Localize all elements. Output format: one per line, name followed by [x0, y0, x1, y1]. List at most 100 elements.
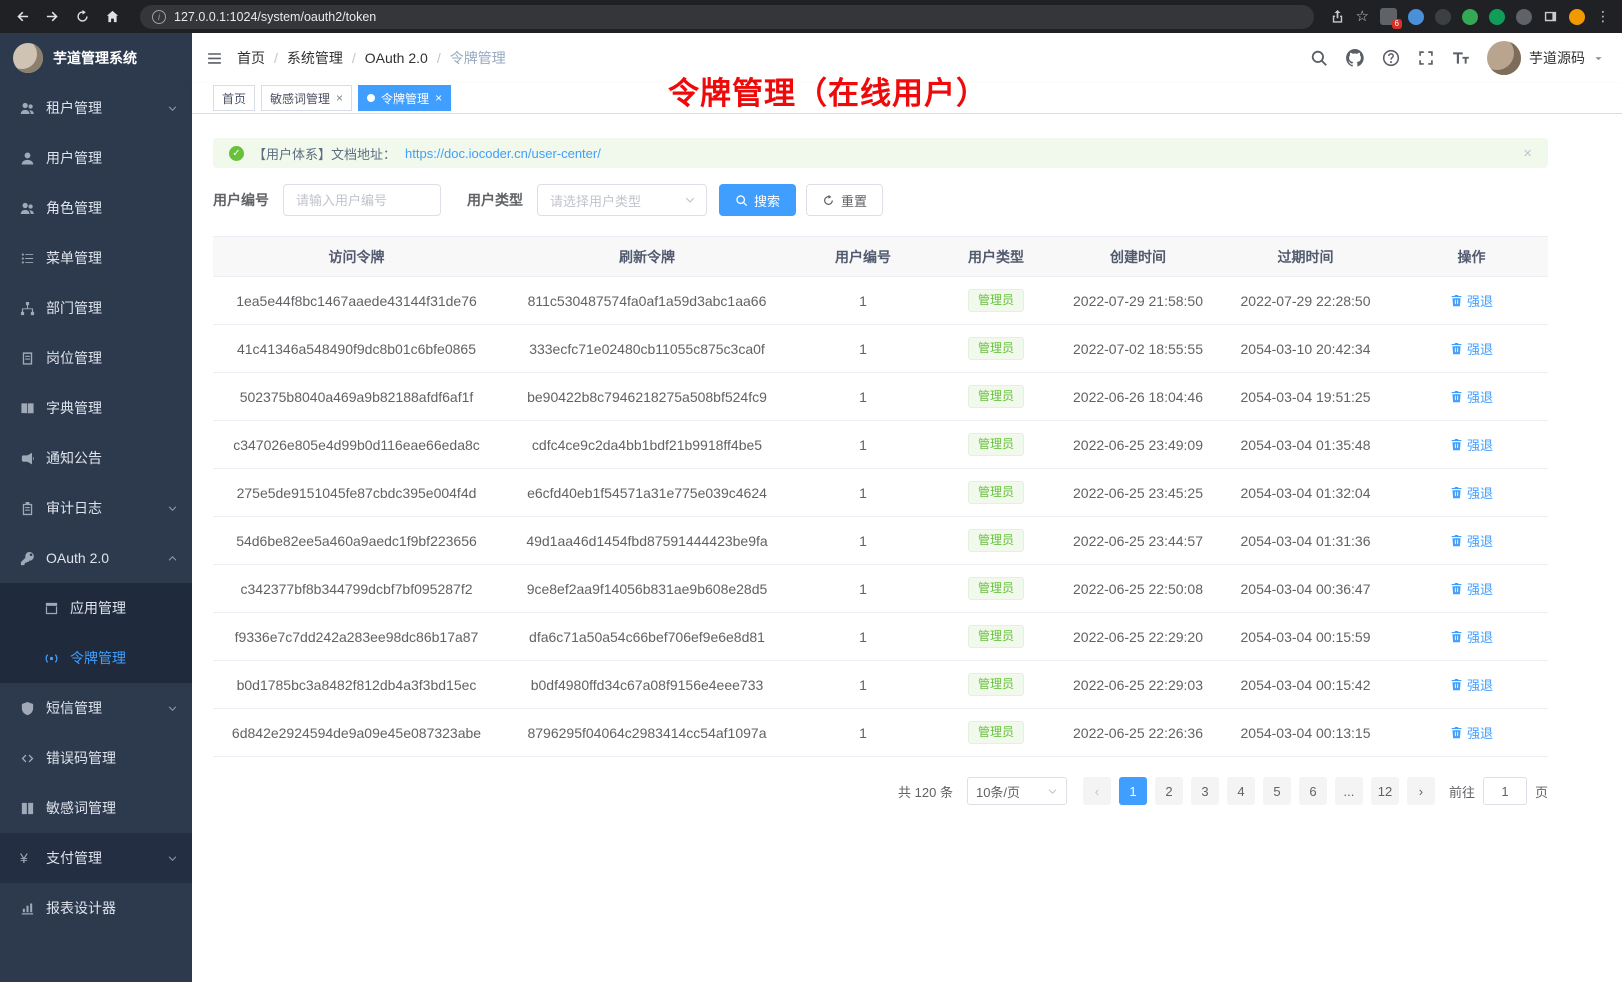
- user-menu[interactable]: 芋道源码: [1487, 41, 1604, 75]
- address-bar[interactable]: i 127.0.0.1:1024/system/oauth2/token: [140, 5, 1314, 29]
- sidebar-item-menu[interactable]: 菜单管理: [0, 233, 192, 283]
- search-icon[interactable]: [1310, 49, 1328, 67]
- app-logo[interactable]: 芋道管理系统: [0, 33, 192, 83]
- sidebar-item-pay[interactable]: ¥ 支付管理: [0, 833, 192, 883]
- sidebar-item-oauth2-app[interactable]: 应用管理: [0, 583, 192, 633]
- force-logout-button[interactable]: 强退: [1450, 531, 1493, 550]
- chevron-up-icon: [167, 553, 178, 564]
- force-logout-button[interactable]: 强退: [1450, 723, 1493, 742]
- user-type-tag: 管理员: [968, 385, 1024, 408]
- force-logout-button[interactable]: 强退: [1450, 387, 1493, 406]
- browser-home-button[interactable]: [100, 5, 124, 29]
- breadcrumb-system[interactable]: 系统管理: [287, 48, 343, 68]
- sidebar-item-report-designer[interactable]: 报表设计器: [0, 883, 192, 933]
- doc-link[interactable]: https://doc.iocoder.cn/user-center/: [405, 146, 601, 161]
- url-text[interactable]: 127.0.0.1:1024/system/oauth2/token: [174, 10, 376, 24]
- extension-icon-gray[interactable]: [1516, 9, 1532, 25]
- sidebar-item-audit-log[interactable]: 审计日志: [0, 483, 192, 533]
- force-logout-button[interactable]: 强退: [1450, 675, 1493, 694]
- search-button[interactable]: 搜索: [719, 184, 796, 216]
- trash-icon: [1450, 438, 1463, 451]
- sidebar-item-sensitive-word[interactable]: 敏感词管理: [0, 783, 192, 833]
- next-page-button[interactable]: ›: [1407, 777, 1435, 805]
- browser-back-button[interactable]: [10, 5, 34, 29]
- sidebar-item-error-code[interactable]: 错误码管理: [0, 733, 192, 783]
- browser-forward-button[interactable]: [40, 5, 64, 29]
- reset-button[interactable]: 重置: [806, 184, 883, 216]
- more-pages-button[interactable]: ...: [1335, 777, 1363, 805]
- bookmark-star-icon[interactable]: ☆: [1356, 9, 1369, 24]
- user-type-cell: 管理员: [932, 325, 1060, 373]
- force-logout-button[interactable]: 强退: [1450, 483, 1493, 502]
- sidebar-item-dict[interactable]: 字典管理: [0, 383, 192, 433]
- sidebar-item-oauth2[interactable]: OAuth 2.0: [0, 533, 192, 583]
- sidebar-item-user[interactable]: 用户管理: [0, 133, 192, 183]
- extension-icon-badged[interactable]: 6: [1380, 8, 1397, 25]
- font-size-icon[interactable]: [1452, 49, 1470, 67]
- extension-icon-green2[interactable]: [1489, 9, 1505, 25]
- sidebar-item-role[interactable]: 角色管理: [0, 183, 192, 233]
- sidebar-item-oauth2-token[interactable]: 令牌管理: [0, 633, 192, 683]
- table-row: 6d842e2924594de9a09e45e087323abe 8796295…: [213, 709, 1548, 757]
- expires-cell: 2054-03-04 00:15:42: [1216, 661, 1395, 709]
- expires-cell: 2054-03-10 20:42:34: [1216, 325, 1395, 373]
- page-button-6[interactable]: 6: [1299, 777, 1327, 805]
- prev-page-button[interactable]: ‹: [1083, 777, 1111, 805]
- sidebar-item-label: 角色管理: [46, 198, 102, 218]
- page-button-3[interactable]: 3: [1191, 777, 1219, 805]
- force-logout-button[interactable]: 强退: [1450, 291, 1493, 310]
- goto-page-input[interactable]: [1483, 777, 1527, 805]
- page-button-1[interactable]: 1: [1119, 777, 1147, 805]
- sidebar-item-post[interactable]: 岗位管理: [0, 333, 192, 383]
- fullscreen-icon[interactable]: [1417, 49, 1435, 67]
- user-type-select[interactable]: 请选择用户类型: [537, 184, 707, 216]
- github-icon[interactable]: [1345, 48, 1365, 68]
- browser-reload-button[interactable]: [70, 5, 94, 29]
- org-tree-icon: [20, 301, 35, 316]
- force-logout-button[interactable]: 强退: [1450, 339, 1493, 358]
- page-size-select[interactable]: 10条/页: [967, 777, 1067, 805]
- table-row: b0d1785bc3a8482f812db4a3f3bd15ec b0df498…: [213, 661, 1548, 709]
- force-logout-button[interactable]: 强退: [1450, 579, 1493, 598]
- site-info-icon[interactable]: i: [152, 10, 166, 24]
- page-button-12[interactable]: 12: [1371, 777, 1399, 805]
- share-icon[interactable]: [1330, 9, 1345, 24]
- chevron-down-icon: [1047, 786, 1058, 797]
- user-type-tag: 管理员: [968, 721, 1024, 744]
- action-cell: 强退: [1395, 277, 1548, 325]
- user-type-cell: 管理员: [932, 277, 1060, 325]
- extension-icon-green[interactable]: [1462, 9, 1478, 25]
- help-icon[interactable]: [1382, 49, 1400, 67]
- breadcrumb-home[interactable]: 首页: [237, 48, 265, 68]
- tab-sensitive-word[interactable]: 敏感词管理 ×: [261, 85, 352, 111]
- tab-home[interactable]: 首页: [213, 85, 255, 111]
- user-type-cell: 管理员: [932, 565, 1060, 613]
- sidebar-item-dept[interactable]: 部门管理: [0, 283, 192, 333]
- force-logout-button[interactable]: 强退: [1450, 627, 1493, 646]
- sidebar-collapse-icon[interactable]: [206, 50, 223, 67]
- sidebar-item-notice[interactable]: 通知公告: [0, 433, 192, 483]
- sidebar-item-label: 报表设计器: [46, 898, 116, 918]
- close-icon[interactable]: ×: [435, 92, 442, 104]
- user-id-input[interactable]: [283, 184, 441, 216]
- profile-avatar-icon[interactable]: [1569, 9, 1585, 25]
- extension-icon-dark[interactable]: [1435, 9, 1451, 25]
- force-logout-button[interactable]: 强退: [1450, 435, 1493, 454]
- sidebar-item-sms[interactable]: 短信管理: [0, 683, 192, 733]
- alert-close-icon[interactable]: ×: [1523, 146, 1532, 161]
- page-button-2[interactable]: 2: [1155, 777, 1183, 805]
- extension-icon-blue[interactable]: [1408, 9, 1424, 25]
- yen-icon: ¥: [20, 851, 35, 866]
- side-panel-icon[interactable]: [1543, 9, 1558, 24]
- sidebar-item-tenant[interactable]: 租户管理: [0, 83, 192, 133]
- sidebar-item-label: 字典管理: [46, 398, 102, 418]
- browser-menu-icon[interactable]: ⋮: [1596, 8, 1610, 25]
- close-icon[interactable]: ×: [336, 92, 343, 104]
- tab-token[interactable]: 令牌管理 ×: [358, 85, 451, 111]
- page-button-4[interactable]: 4: [1227, 777, 1255, 805]
- access-token-cell: 6d842e2924594de9a09e45e087323abe: [213, 709, 500, 757]
- breadcrumb-oauth2[interactable]: OAuth 2.0: [365, 50, 428, 66]
- page-button-5[interactable]: 5: [1263, 777, 1291, 805]
- table-row: 275e5de9151045fe87cbdc395e004f4d e6cfd40…: [213, 469, 1548, 517]
- expires-cell: 2054-03-04 00:36:47: [1216, 565, 1395, 613]
